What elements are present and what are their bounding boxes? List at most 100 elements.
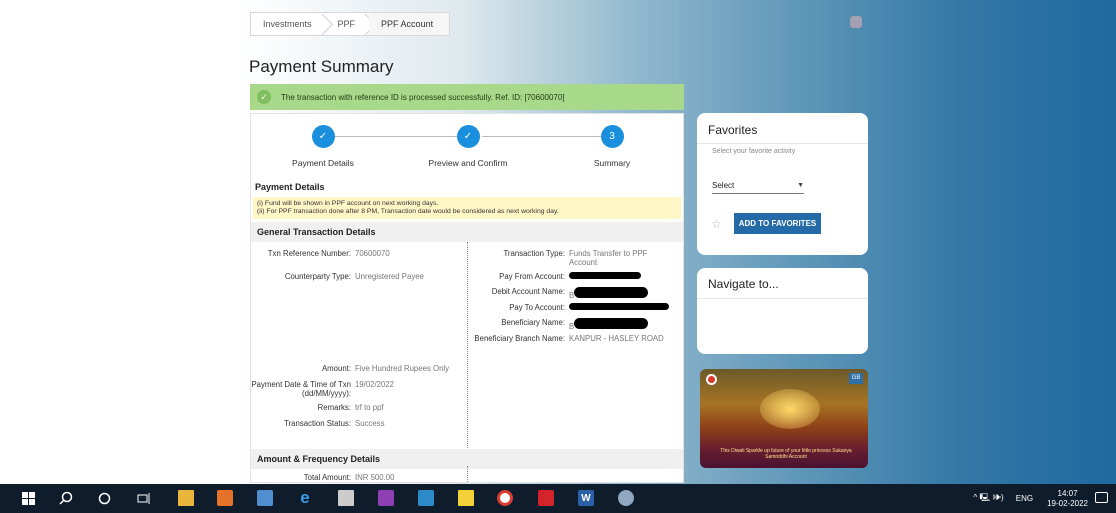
redaction-mark: [574, 318, 649, 329]
network-app-icon[interactable]: [257, 490, 273, 506]
word-icon[interactable]: W: [578, 490, 594, 506]
chrome-icon[interactable]: [497, 490, 513, 506]
detail-value: INR 500.00: [355, 473, 395, 482]
calculator-icon[interactable]: [338, 490, 354, 506]
pdf-reader-icon[interactable]: [538, 490, 554, 506]
detail-value: Success: [355, 419, 385, 428]
favorite-activity-select[interactable]: Select ▼: [712, 181, 804, 194]
detail-value: KANPUR - HASLEY ROAD: [569, 334, 664, 343]
select-value: Select: [712, 181, 735, 190]
cortana-icon[interactable]: [96, 490, 112, 506]
windows-taskbar: e W ^ 🖳 🕪) ENG 14:07 19-02-2022: [0, 484, 1116, 513]
circle-icon: [98, 492, 110, 504]
column-divider: [467, 242, 468, 448]
redaction-mark: [569, 272, 641, 279]
general-details-heading: General Transaction Details: [251, 222, 683, 242]
step-check-icon: ✓: [311, 125, 335, 148]
navigate-card: Navigate to...: [697, 268, 868, 354]
search-glass-icon: [59, 491, 73, 505]
notification-icon[interactable]: [1095, 492, 1108, 503]
detail-row: Amount: Five Hundred Rupees Only: [251, 364, 449, 373]
star-icon: ☆: [711, 217, 722, 231]
detail-value: Five Hundred Rupees Only: [355, 364, 450, 373]
language-indicator[interactable]: ENG: [1016, 494, 1033, 503]
detail-row: Transaction Type: Funds Transfer to PPF …: [471, 249, 677, 267]
detail-label: Amount:: [321, 364, 351, 373]
favorites-card: Favorites Select your favorite activity …: [697, 113, 868, 255]
step-summary: 3 Summary: [552, 125, 672, 168]
step-label: Payment Details: [292, 158, 354, 168]
breadcrumb-ppf-account: PPF Account: [369, 13, 450, 35]
breadcrumb: Investments PPF PPF Account: [250, 12, 451, 36]
detail-label: Transaction Status:: [284, 419, 351, 428]
success-banner: ✓ The transaction with reference ID is p…: [250, 84, 684, 110]
favorites-subtitle: Select your favorite activity: [697, 143, 868, 159]
detail-label: Debit Account Name:: [491, 287, 565, 296]
remote-desktop-icon[interactable]: [418, 490, 434, 506]
detail-value: B: [565, 287, 649, 300]
detail-value: [565, 303, 669, 312]
page-title: Payment Summary: [249, 57, 394, 76]
sticky-notes-icon[interactable]: [458, 490, 474, 506]
breadcrumb-label: Investments: [263, 19, 312, 29]
detail-row: Pay To Account:: [471, 303, 669, 312]
paint-icon[interactable]: [378, 490, 394, 506]
step-label: Summary: [593, 158, 631, 168]
search-icon[interactable]: [58, 490, 74, 506]
step-payment-details: ✓ Payment Details: [263, 125, 383, 168]
detail-label: Total Amount:: [303, 473, 351, 482]
redaction-mark: [569, 303, 669, 310]
bank-logo: [706, 374, 717, 385]
detail-value: [565, 272, 641, 281]
detail-label: Payment Date & Time of Txn (dd/MM/yyyy):: [251, 380, 351, 398]
detail-label: Beneficiary Name:: [501, 318, 565, 327]
breadcrumb-label: PPF: [337, 19, 356, 29]
clock-time: 14:07: [1057, 488, 1078, 498]
clock[interactable]: 14:07 19-02-2022: [1047, 489, 1088, 509]
detail-row: Debit Account Name: B: [471, 287, 649, 300]
detail-row: Txn Reference Number: 70600070: [251, 249, 390, 258]
windows-logo-icon: [21, 491, 35, 505]
detail-value: 70600070: [355, 249, 390, 258]
internet-explorer-icon[interactable]: e: [297, 488, 313, 507]
detail-row: Transaction Status: Success: [251, 419, 384, 428]
promo-banner[interactable]: GB This Diwali Sparkle up future of your…: [700, 369, 868, 468]
detail-row: Total Amount: INR 500.00: [251, 473, 395, 482]
detail-value: Funds Transfer to PPF Account: [569, 249, 648, 267]
payment-summary-card: ✓ Payment Details ✓ Preview and Confirm …: [250, 113, 684, 483]
detail-row: Beneficiary Branch Name: KANPUR - HASLEY…: [471, 334, 664, 343]
outlook-icon[interactable]: [217, 490, 233, 506]
detail-value: 19/02/2022: [355, 380, 395, 389]
step-preview-confirm: ✓ Preview and Confirm: [408, 125, 528, 168]
detail-value: B: [565, 318, 649, 331]
print-icon[interactable]: [850, 16, 862, 28]
detail-label: Remarks:: [317, 403, 351, 412]
navigate-title: Navigate to...: [697, 268, 868, 299]
stepper: ✓ Payment Details ✓ Preview and Confirm …: [251, 114, 683, 174]
detail-label: Counterparty Type:: [284, 272, 351, 281]
detail-row: Pay From Account:: [471, 272, 641, 281]
promo-badge: GB: [849, 373, 863, 384]
payment-details-heading: Payment Details: [255, 182, 325, 192]
file-explorer-icon[interactable]: [178, 490, 194, 506]
detail-value: Unregistered Payee: [355, 272, 424, 281]
detail-row: Payment Date & Time of Txn (dd/MM/yyyy):…: [251, 380, 394, 398]
detail-row: Beneficiary Name: B: [471, 318, 649, 331]
step-label: Preview and Confirm: [428, 158, 508, 168]
note-line: (ii) For PPF transaction done after 8 PM…: [257, 208, 559, 215]
detail-label: Beneficiary Branch Name:: [474, 334, 565, 343]
info-note: (i) Fund will be shown in PPF account on…: [253, 197, 681, 219]
general-details: Txn Reference Number: 70600070 Counterpa…: [251, 242, 683, 448]
breadcrumb-ppf[interactable]: PPF: [326, 13, 370, 35]
task-view-icon[interactable]: [136, 490, 152, 506]
chevron-down-icon: ▼: [797, 182, 804, 189]
tray-icons[interactable]: ^ 🖳 🕪): [974, 492, 1004, 506]
detail-label: Txn Reference Number:: [267, 249, 351, 258]
windows-start-icon[interactable]: [20, 490, 36, 506]
clock-date: 19-02-2022: [1047, 498, 1088, 508]
diya-glow-image: [760, 389, 820, 429]
add-to-favorites-button[interactable]: ADD TO FAVORITES: [734, 213, 821, 234]
detail-row: Remarks: trf to ppf: [251, 403, 384, 412]
breadcrumb-investments[interactable]: Investments: [251, 13, 326, 35]
settings-tool-icon[interactable]: [618, 490, 634, 506]
